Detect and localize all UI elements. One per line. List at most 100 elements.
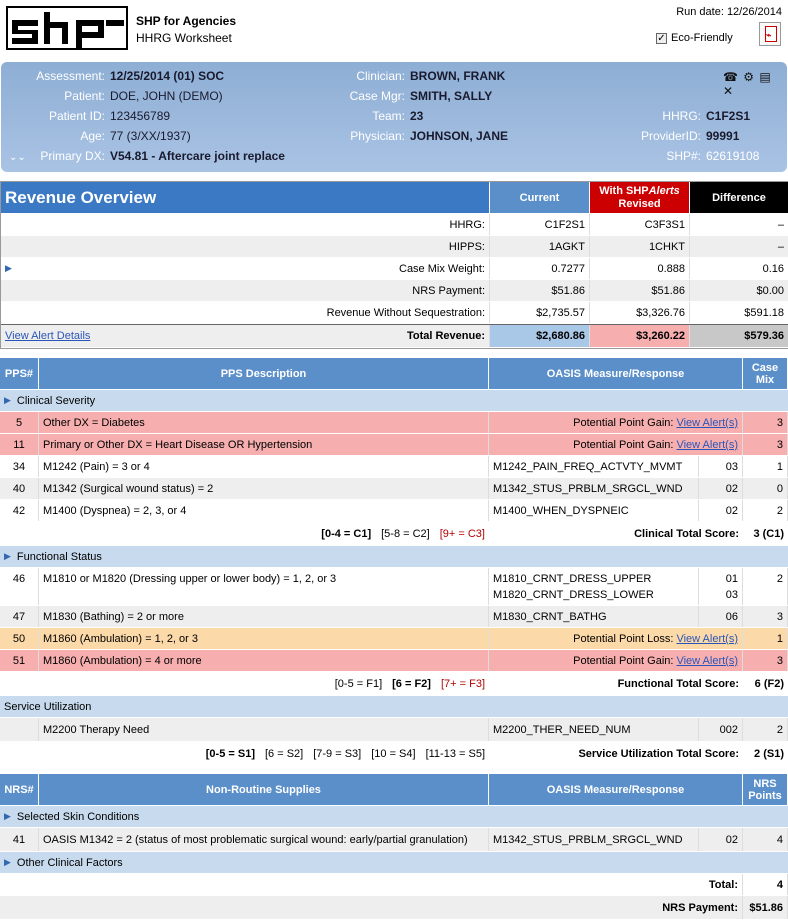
table-row: 42 M1400 (Dyspnea) = 2, 3, or 4 M1400_WH… — [0, 500, 788, 522]
group-title: Selected Skin Conditions — [16, 810, 140, 823]
row-oasis: M2200_THER_NEED_NUM — [489, 718, 699, 741]
expand-triangle-icon[interactable]: ▶ — [4, 395, 11, 406]
col-oasis: OASIS Measure/Response — [489, 358, 743, 389]
row-score: 1 — [743, 456, 788, 477]
row-oasis: M1342_STUS_PRBLM_SRGCL_WND — [489, 478, 699, 499]
table-row: 34 M1242 (Pain) = 3 or 4 M1242_PAIN_FREQ… — [0, 456, 788, 478]
service-total-label: Service Utilization Total Score: — [578, 747, 739, 760]
revenue-row: NRS Payment: $51.86 $51.86 $0.00 — [1, 280, 788, 302]
table-row: 11 Primary or Other DX = Heart Disease O… — [0, 434, 788, 456]
clinical-ranges: [0-4 = C1] [5-8 = C2] [9+ = C3] — [0, 522, 489, 545]
eco-friendly-toggle[interactable]: ✓ Eco-Friendly — [656, 32, 733, 44]
revenue-row-revised: $51.86 — [590, 280, 690, 301]
row-oasis: M1242_PAIN_FREQ_ACTVTY_MVMT — [489, 456, 699, 477]
group-skin[interactable]: ▶ Selected Skin Conditions — [0, 806, 788, 828]
shp-label: SHP#: — [666, 149, 701, 163]
revenue-row: ▶ Case Mix Weight: 0.7277 0.888 0.16 — [1, 258, 788, 280]
group-other[interactable]: ▶ Other Clinical Factors — [0, 852, 788, 874]
clinician-label: Clinician: — [356, 69, 405, 83]
view-alert-link[interactable]: View Alert(s) — [676, 439, 738, 451]
case-mgr-value: SMITH, SALLY — [410, 89, 493, 103]
expand-triangle-icon[interactable]: ▶ — [4, 811, 11, 822]
row-desc: M1860 (Ambulation) = 1, 2, or 3 — [39, 628, 489, 649]
row-oasis: Potential Point Gain: — [573, 438, 674, 451]
row-desc: M1860 (Ambulation) = 4 or more — [39, 650, 489, 671]
patient-label: Patient: — [64, 89, 105, 103]
app-title: SHP for Agencies — [136, 14, 237, 28]
row-num: 42 — [0, 500, 39, 521]
col-revised-b: Alerts — [648, 184, 680, 197]
row-oasis: Potential Point Loss: — [573, 632, 674, 645]
col-current: Current — [490, 182, 590, 213]
pdf-icon[interactable]: ⌁ — [759, 22, 781, 46]
revenue-row-label: HIPPS: — [1, 236, 490, 257]
col-revised-c: Revised — [618, 197, 661, 210]
range-c2: [5-8 = C2] — [381, 527, 430, 540]
col-pps-desc: PPS Description — [39, 358, 489, 389]
row-score: 2 — [743, 568, 788, 605]
team-value: 23 — [410, 109, 424, 123]
age-value: 77 (3/XX/1937) — [110, 129, 191, 143]
range-s1: [0-5 = S1] — [205, 747, 255, 760]
assessment-label: Assessment: — [36, 69, 105, 83]
group-functional[interactable]: ▶ Functional Status — [0, 546, 788, 568]
col-pps-num: PPS# — [0, 358, 39, 389]
expand-triangle-icon[interactable]: ▶ — [4, 551, 11, 562]
nrs-payment-label: NRS Payment: — [0, 896, 743, 919]
expand-triangle-icon[interactable]: ▶ — [4, 857, 11, 868]
table-row: 46 M1810 or M1820 (Dressing upper or low… — [0, 568, 788, 606]
row-oasis-2: M1820_CRNT_DRESS_LOWER — [493, 588, 654, 601]
age-label: Age: — [80, 129, 105, 143]
row-oasis: M1830_CRNT_BATHG — [489, 606, 699, 627]
assessment-value: 12/25/2014 (01) SOC — [110, 69, 225, 83]
nrs-table: NRS# Non-Routine Supplies OASIS Measure/… — [0, 774, 788, 920]
total-diff: $579.36 — [690, 325, 788, 347]
table-row: 50 M1860 (Ambulation) = 1, 2, or 3 Poten… — [0, 628, 788, 650]
nrs-payment-row: NRS Payment: $51.86 — [0, 896, 788, 920]
row-oasis: M1810_CRNT_DRESS_UPPER — [493, 572, 652, 585]
revenue-row-label: Case Mix Weight: — [21, 258, 490, 279]
patient-id-label: Patient ID: — [48, 109, 105, 123]
pps-table: PPS# PPS Description OASIS Measure/Respo… — [0, 358, 788, 766]
row-score: 0 — [743, 478, 788, 499]
col-revised: With SHPAlerts Revised — [590, 182, 690, 213]
group-clinical[interactable]: ▶ Clinical Severity — [0, 390, 788, 412]
row-num: 51 — [0, 650, 39, 671]
row-resp: 01 — [725, 572, 738, 585]
row-num: 46 — [0, 568, 39, 605]
table-row: 41 OASIS M1342 = 2 (status of most probl… — [0, 828, 788, 852]
group-title: Service Utilization — [4, 700, 92, 713]
range-c3: [9+ = C3] — [439, 527, 485, 540]
row-desc: Other DX = Diabetes — [39, 412, 489, 433]
functional-total-row: [0-5 = F1] [6 = F2] [7+ = F3] Functional… — [0, 672, 788, 696]
view-alert-details-link[interactable]: View Alert Details — [5, 330, 90, 342]
nrs-total-label: Total: — [0, 874, 743, 895]
clinical-total-value: 3 (C1) — [753, 527, 784, 540]
col-points: Points — [748, 789, 782, 802]
row-resp: 02 — [699, 478, 743, 499]
row-resp: 06 — [699, 606, 743, 627]
range-c1: [0-4 = C1] — [321, 527, 372, 540]
row-desc: OASIS M1342 = 2 (status of most problema… — [39, 828, 489, 851]
checkbox-checked-icon[interactable]: ✓ — [656, 32, 667, 44]
view-alert-link[interactable]: View Alert(s) — [676, 633, 738, 645]
range-f1: [0-5 = F1] — [334, 677, 383, 690]
provider-value: 99991 — [706, 129, 740, 143]
service-total-row: [0-5 = S1] [6 = S2] [7-9 = S3] [10 = S4]… — [0, 742, 788, 766]
row-oasis: M1400_WHEN_DYSPNEIC — [489, 500, 699, 521]
physician-label: Physician: — [350, 129, 405, 143]
row-score: 2 — [743, 500, 788, 521]
revenue-row-revised: 1CHKT — [590, 236, 690, 257]
run-date: Run date: 12/26/2014 — [676, 6, 782, 18]
table-row: M2200 Therapy Need M2200_THER_NEED_NUM 0… — [0, 718, 788, 742]
view-alert-link[interactable]: View Alert(s) — [676, 655, 738, 667]
row-desc: Primary or Other DX = Heart Disease OR H… — [39, 434, 489, 455]
revenue-header: Revenue Overview Current With SHPAlerts … — [1, 182, 788, 214]
view-alert-link[interactable]: View Alert(s) — [676, 417, 738, 429]
patient-action-icons[interactable]: ☎ ⚙ ▤ ✕ — [723, 70, 787, 98]
primary-dx-label: Primary DX: — [40, 149, 105, 163]
alert-link-cell: View Alert Details — [1, 325, 201, 347]
expand-triangle-icon[interactable]: ▶ — [1, 258, 21, 279]
provider-label: ProviderID: — [640, 129, 701, 143]
clinical-total-row: [0-4 = C1] [5-8 = C2] [9+ = C3] Clinical… — [0, 522, 788, 546]
